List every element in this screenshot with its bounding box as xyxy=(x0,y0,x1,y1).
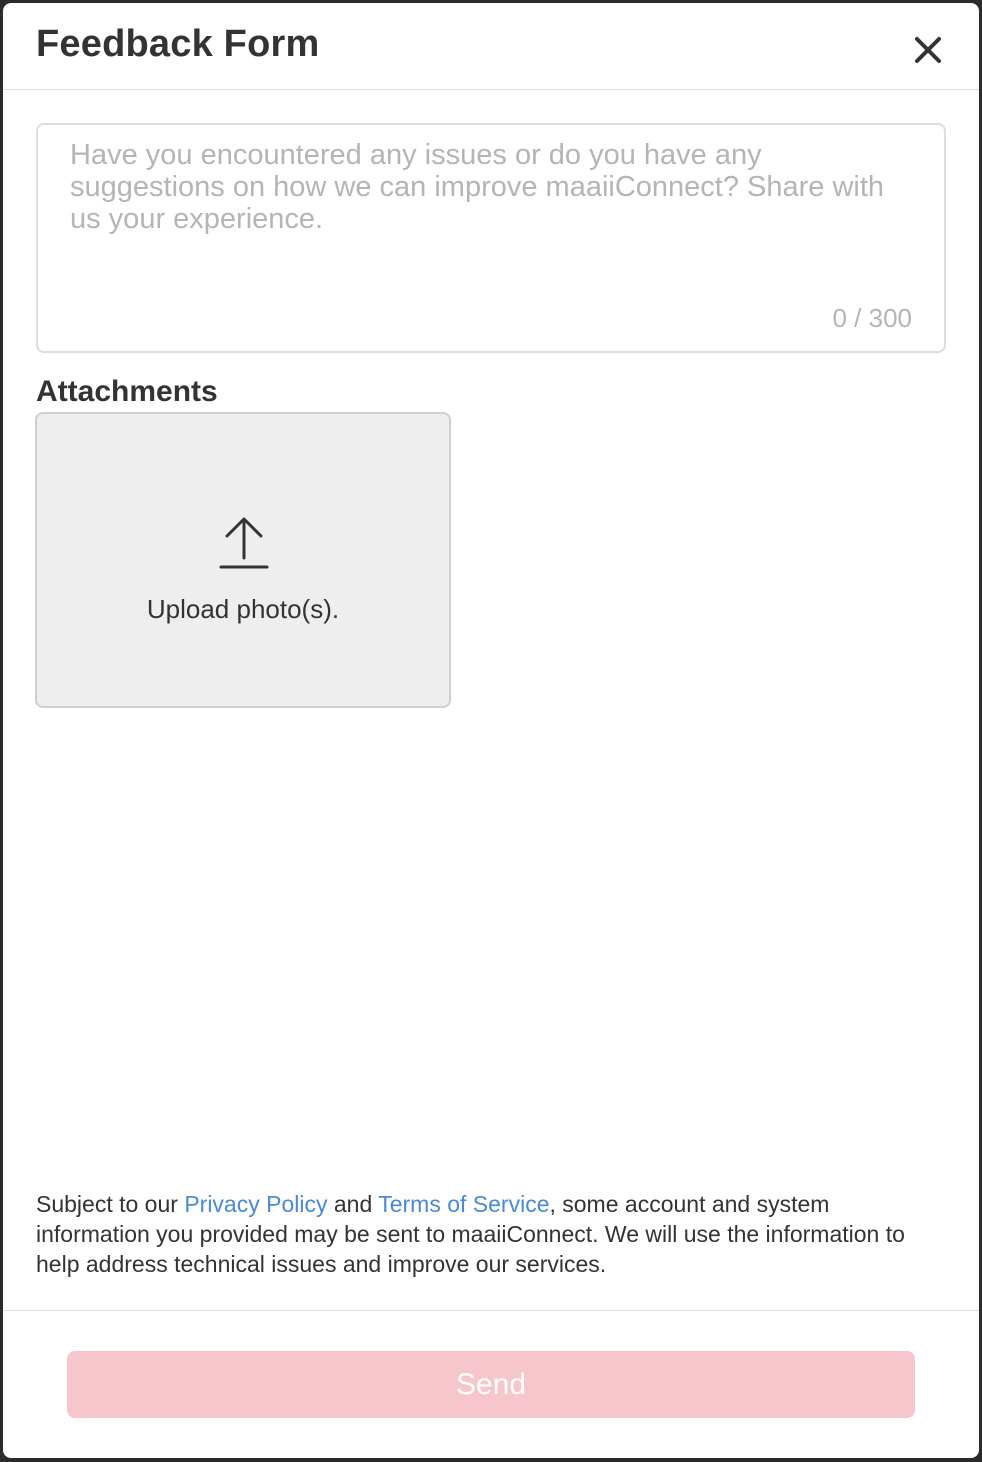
upload-icon xyxy=(219,517,269,569)
upload-label: Upload photo(s). xyxy=(146,594,340,624)
close-button[interactable] xyxy=(907,29,949,71)
terms-of-service-link[interactable]: Terms of Service xyxy=(378,1191,549,1217)
feedback-textarea[interactable]: Have you encountered any issues or do yo… xyxy=(36,123,946,353)
footer-divider xyxy=(3,1310,979,1311)
disclaimer-prefix: Subject to our xyxy=(36,1191,185,1217)
privacy-disclaimer: Subject to our Privacy Policy and Terms … xyxy=(36,1189,946,1279)
disclaimer-and: and xyxy=(327,1191,379,1217)
dialog-title: Feedback Form xyxy=(36,23,320,65)
privacy-policy-link[interactable]: Privacy Policy xyxy=(184,1191,327,1217)
close-icon xyxy=(915,37,941,63)
send-button[interactable]: Send xyxy=(67,1351,915,1418)
feedback-placeholder: Have you encountered any issues or do yo… xyxy=(70,139,885,235)
character-counter: 0 / 300 xyxy=(832,303,912,333)
upload-photos-button[interactable]: Upload photo(s). xyxy=(35,412,451,708)
attachments-heading: Attachments xyxy=(36,375,218,408)
feedback-dialog: Feedback Form Have you encountered any i… xyxy=(3,3,979,1458)
dialog-header: Feedback Form xyxy=(3,3,979,90)
